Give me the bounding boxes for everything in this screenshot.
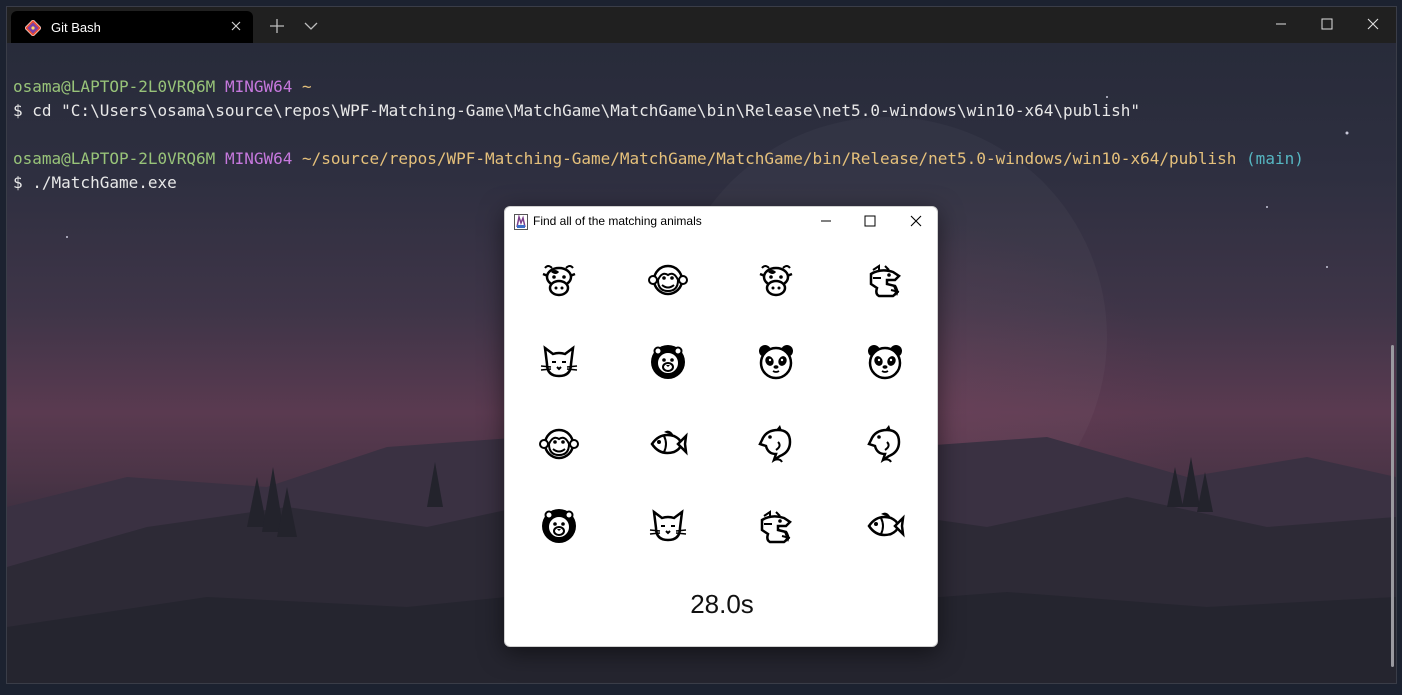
tab-git-bash[interactable]: Git Bash: [11, 11, 253, 43]
terminal-text: (main): [1246, 149, 1304, 168]
cat-icon: [649, 509, 686, 542]
dolphin-icon: [866, 425, 900, 464]
game-titlebar[interactable]: Find all of the matching animals: [505, 207, 937, 237]
lion-icon: [650, 345, 685, 379]
app-icon: [514, 214, 528, 230]
monkey-icon: [647, 264, 688, 296]
terminal-text: MINGW64: [224, 149, 293, 168]
terminal-text: osama@LAPTOP-2L0VRQ6M: [13, 149, 216, 168]
animal-card[interactable]: [722, 485, 830, 567]
minimize-icon[interactable]: [1258, 7, 1304, 43]
chevron-down-icon[interactable]: [296, 13, 326, 39]
terminal-line: osama@LAPTOP-2L0VRQ6M MINGW64 ~/source/r…: [13, 147, 1376, 171]
dragon-icon: [760, 510, 792, 544]
terminal-text: MINGW64: [224, 77, 293, 96]
animal-card[interactable]: [722, 321, 830, 403]
animal-card[interactable]: [831, 239, 938, 321]
animal-card[interactable]: [831, 485, 938, 567]
lion-icon: [542, 509, 576, 543]
close-window-icon[interactable]: [1350, 7, 1396, 43]
animal-card[interactable]: [722, 403, 830, 485]
fish-icon: [649, 430, 688, 456]
scrollbar[interactable]: [1391, 345, 1394, 667]
terminal-text: $ cd "C:\Users\osama\source\repos\WPF-Ma…: [13, 101, 1141, 120]
terminal-text: $ ./MatchGame.exe: [13, 173, 177, 192]
animal-card[interactable]: [831, 403, 938, 485]
animal-grid: [505, 239, 938, 567]
game-title: Find all of the matching animals: [533, 214, 702, 228]
terminal-line: $ cd "C:\Users\osama\source\repos\WPF-Ma…: [13, 99, 1376, 123]
git-icon: [25, 20, 41, 36]
match-game-window: Find all of the matching animals 28.0s: [504, 206, 938, 647]
animal-card[interactable]: [614, 239, 722, 321]
tab-bar: Git Bash: [7, 7, 1396, 43]
timer: 28.0s: [690, 589, 754, 619]
cow-icon: [759, 265, 793, 297]
panda-icon: [759, 345, 793, 380]
cat-icon: [540, 345, 578, 378]
new-tab-icon[interactable]: [262, 13, 292, 39]
fish-icon: [866, 512, 905, 538]
animal-card[interactable]: [614, 485, 722, 567]
tab-title: Git Bash: [51, 20, 101, 35]
animal-card[interactable]: [505, 485, 613, 567]
cow-icon: [542, 265, 576, 297]
terminal-text: ~/source/repos/WPF-Matching-Game/MatchGa…: [302, 149, 1237, 168]
animal-card[interactable]: [614, 403, 722, 485]
terminal-line: $ ./MatchGame.exe: [13, 171, 1376, 195]
animal-card[interactable]: [831, 321, 938, 403]
game-minimize-icon[interactable]: [803, 207, 849, 237]
close-tab-icon[interactable]: [229, 19, 243, 33]
monkey-icon: [539, 428, 579, 460]
game-maximize-icon[interactable]: [847, 207, 893, 237]
dolphin-icon: [758, 425, 792, 464]
terminal-text: ~: [302, 77, 312, 96]
dragon-icon: [869, 264, 901, 298]
maximize-icon[interactable]: [1304, 7, 1350, 43]
animal-card[interactable]: [505, 403, 613, 485]
terminal-line: osama@LAPTOP-2L0VRQ6M MINGW64 ~: [13, 75, 1376, 99]
panda-icon: [867, 345, 902, 380]
terminal-text: osama@LAPTOP-2L0VRQ6M: [13, 77, 216, 96]
animal-card[interactable]: [722, 239, 830, 321]
game-close-icon[interactable]: [893, 207, 938, 237]
animal-card[interactable]: [614, 321, 722, 403]
animal-card[interactable]: [505, 239, 613, 321]
terminal-output[interactable]: osama@LAPTOP-2L0VRQ6M MINGW64 ~ $ cd "C:\…: [13, 51, 1376, 195]
animal-card[interactable]: [505, 321, 613, 403]
